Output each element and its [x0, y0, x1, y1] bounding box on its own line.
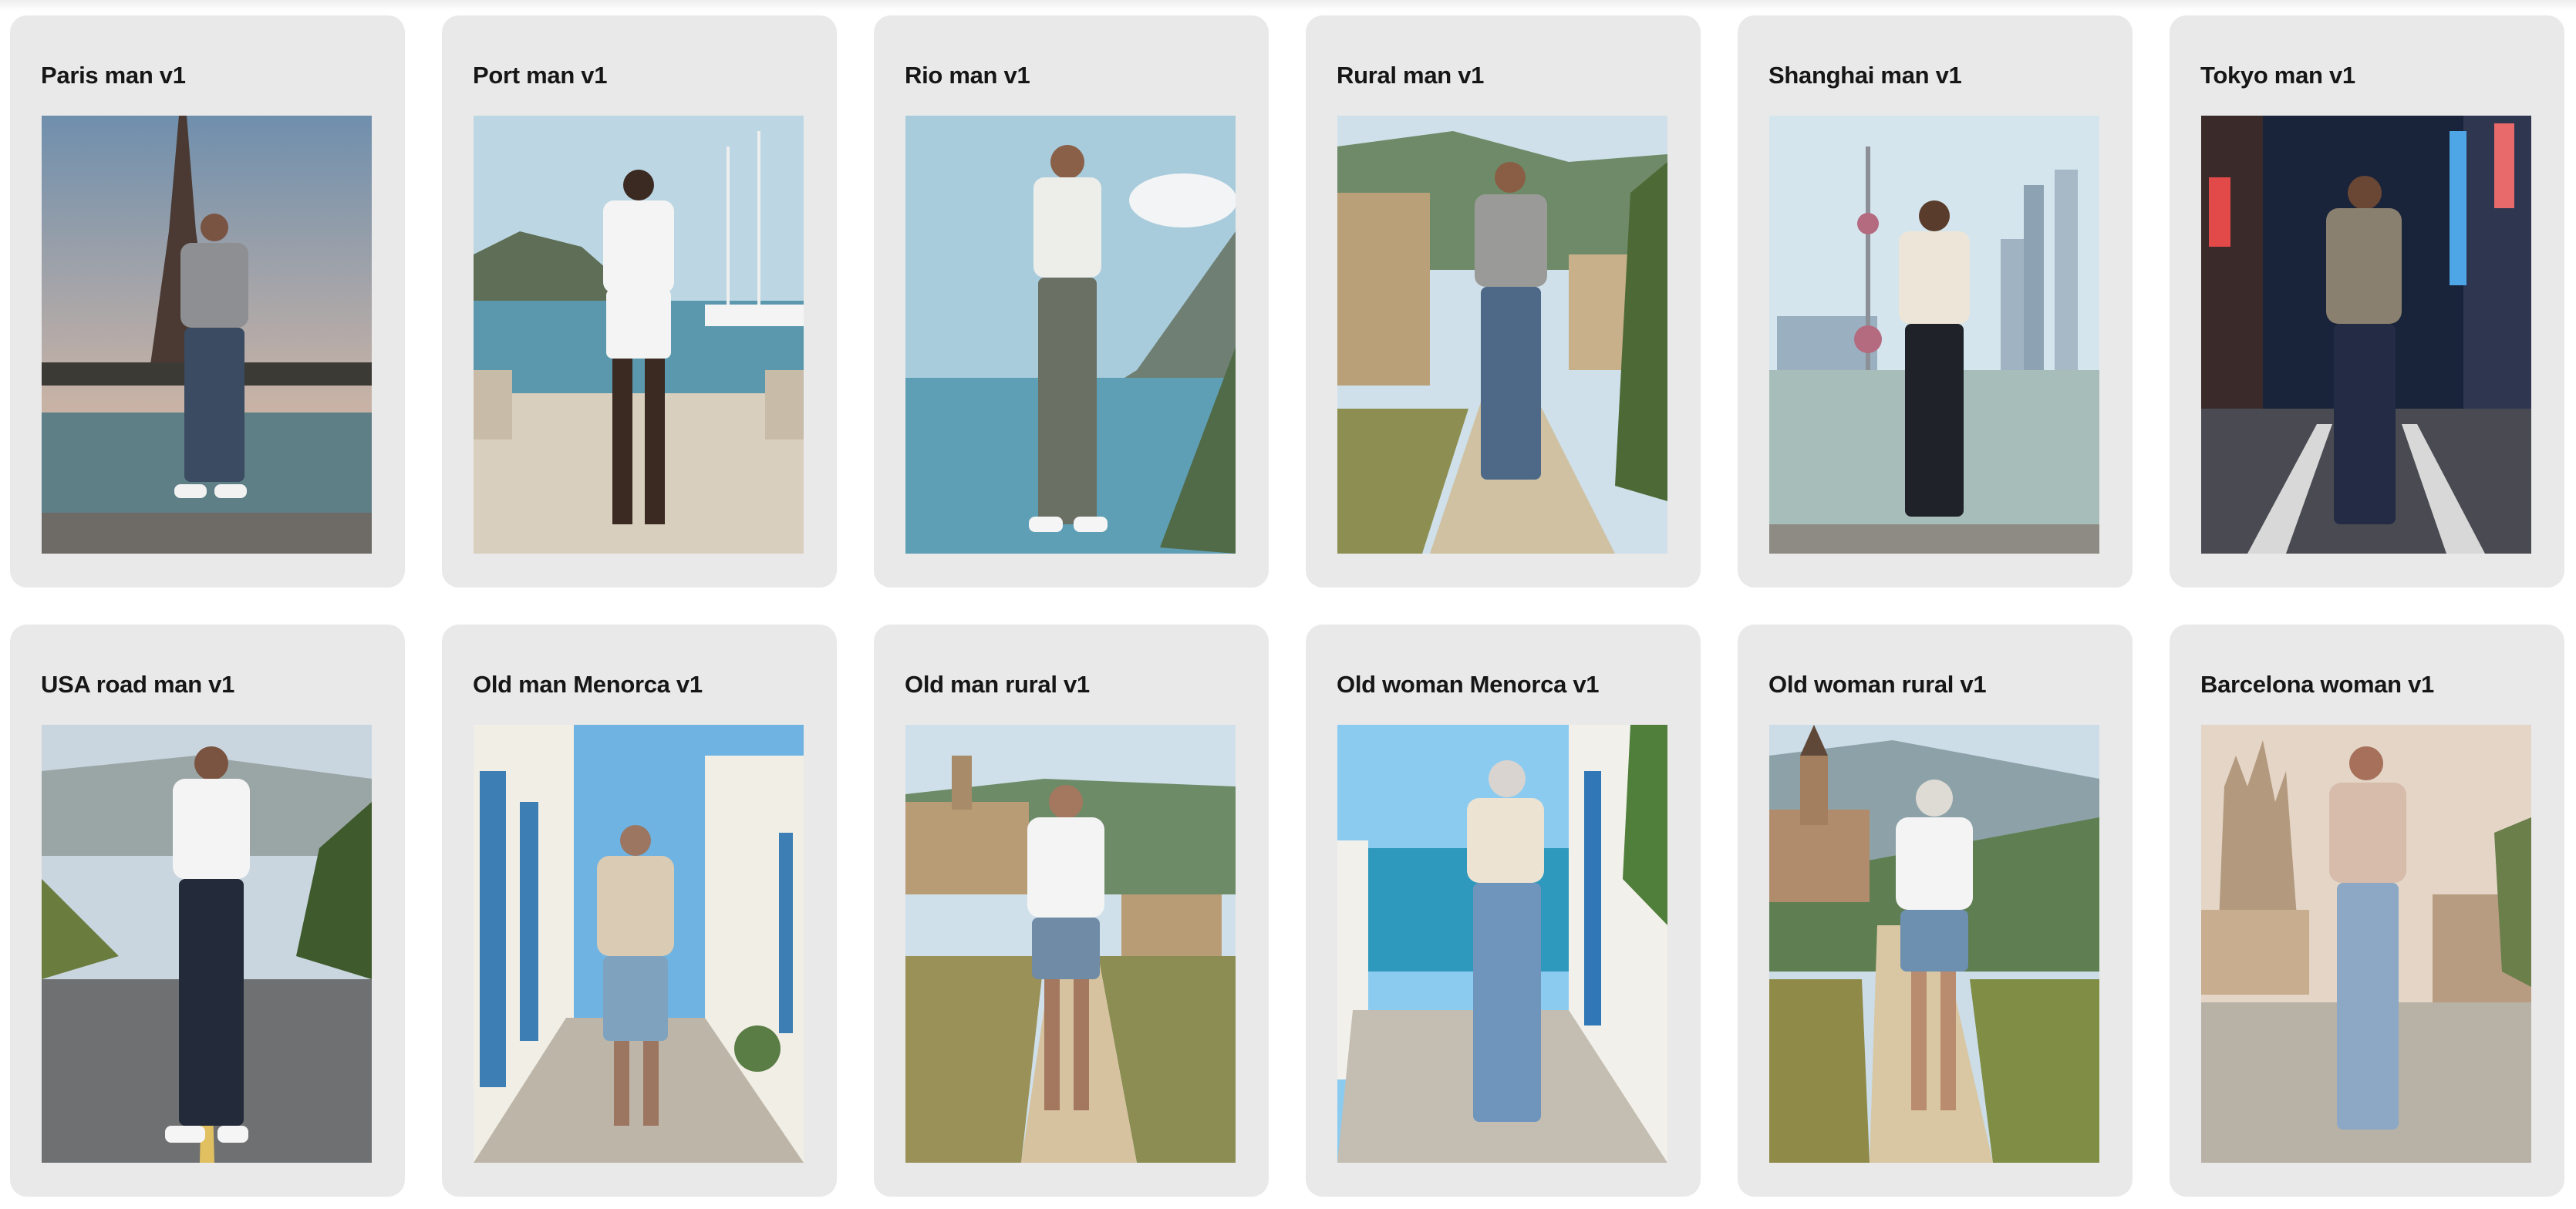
card-title: Rural man v1 [1337, 62, 1485, 89]
card-title: Port man v1 [473, 62, 608, 89]
preset-card-barcelona-woman[interactable]: Barcelona woman v1 [2170, 625, 2564, 1197]
preset-thumbnail[interactable] [2201, 116, 2531, 554]
preset-thumbnail[interactable] [905, 725, 1236, 1163]
preset-thumbnail[interactable] [2201, 725, 2531, 1163]
preset-card-old-woman-rural[interactable]: Old woman rural v1 [1738, 625, 2133, 1197]
preset-thumbnail[interactable] [1769, 116, 2099, 554]
card-title: Tokyo man v1 [2200, 62, 2355, 89]
preset-thumbnail[interactable] [474, 116, 804, 554]
top-divider [0, 0, 2576, 11]
preset-card-usa-road-man[interactable]: USA road man v1 [10, 625, 405, 1197]
preset-card-rural-man[interactable]: Rural man v1 [1306, 15, 1701, 588]
card-title: Rio man v1 [905, 62, 1030, 89]
preset-card-old-man-rural[interactable]: Old man rural v1 [874, 625, 1269, 1197]
preset-thumbnail[interactable] [1337, 725, 1667, 1163]
preset-card-old-woman-menorca[interactable]: Old woman Menorca v1 [1306, 625, 1701, 1197]
card-title: Old woman rural v1 [1768, 671, 1987, 698]
card-title: Old woman Menorca v1 [1337, 671, 1600, 698]
preset-card-tokyo-man[interactable]: Tokyo man v1 [2170, 15, 2564, 588]
preset-thumbnail[interactable] [905, 116, 1236, 554]
preset-card-rio-man[interactable]: Rio man v1 [874, 15, 1269, 588]
card-title: Barcelona woman v1 [2200, 671, 2434, 698]
preset-thumbnail[interactable] [42, 116, 372, 554]
preset-thumbnail[interactable] [474, 725, 804, 1163]
preset-thumbnail[interactable] [1769, 725, 2099, 1163]
card-title: Shanghai man v1 [1768, 62, 1962, 89]
preset-card-shanghai-man[interactable]: Shanghai man v1 [1738, 15, 2133, 588]
card-title: Old man Menorca v1 [473, 671, 703, 698]
preset-card-port-man[interactable]: Port man v1 [442, 15, 837, 588]
card-title: USA road man v1 [41, 671, 235, 698]
card-title: Paris man v1 [41, 62, 186, 89]
card-title: Old man rural v1 [905, 671, 1090, 698]
preset-thumbnail[interactable] [1337, 116, 1667, 554]
preset-thumbnail[interactable] [42, 725, 372, 1163]
preset-card-old-man-menorca[interactable]: Old man Menorca v1 [442, 625, 837, 1197]
preset-card-paris-man[interactable]: Paris man v1 [10, 15, 405, 588]
